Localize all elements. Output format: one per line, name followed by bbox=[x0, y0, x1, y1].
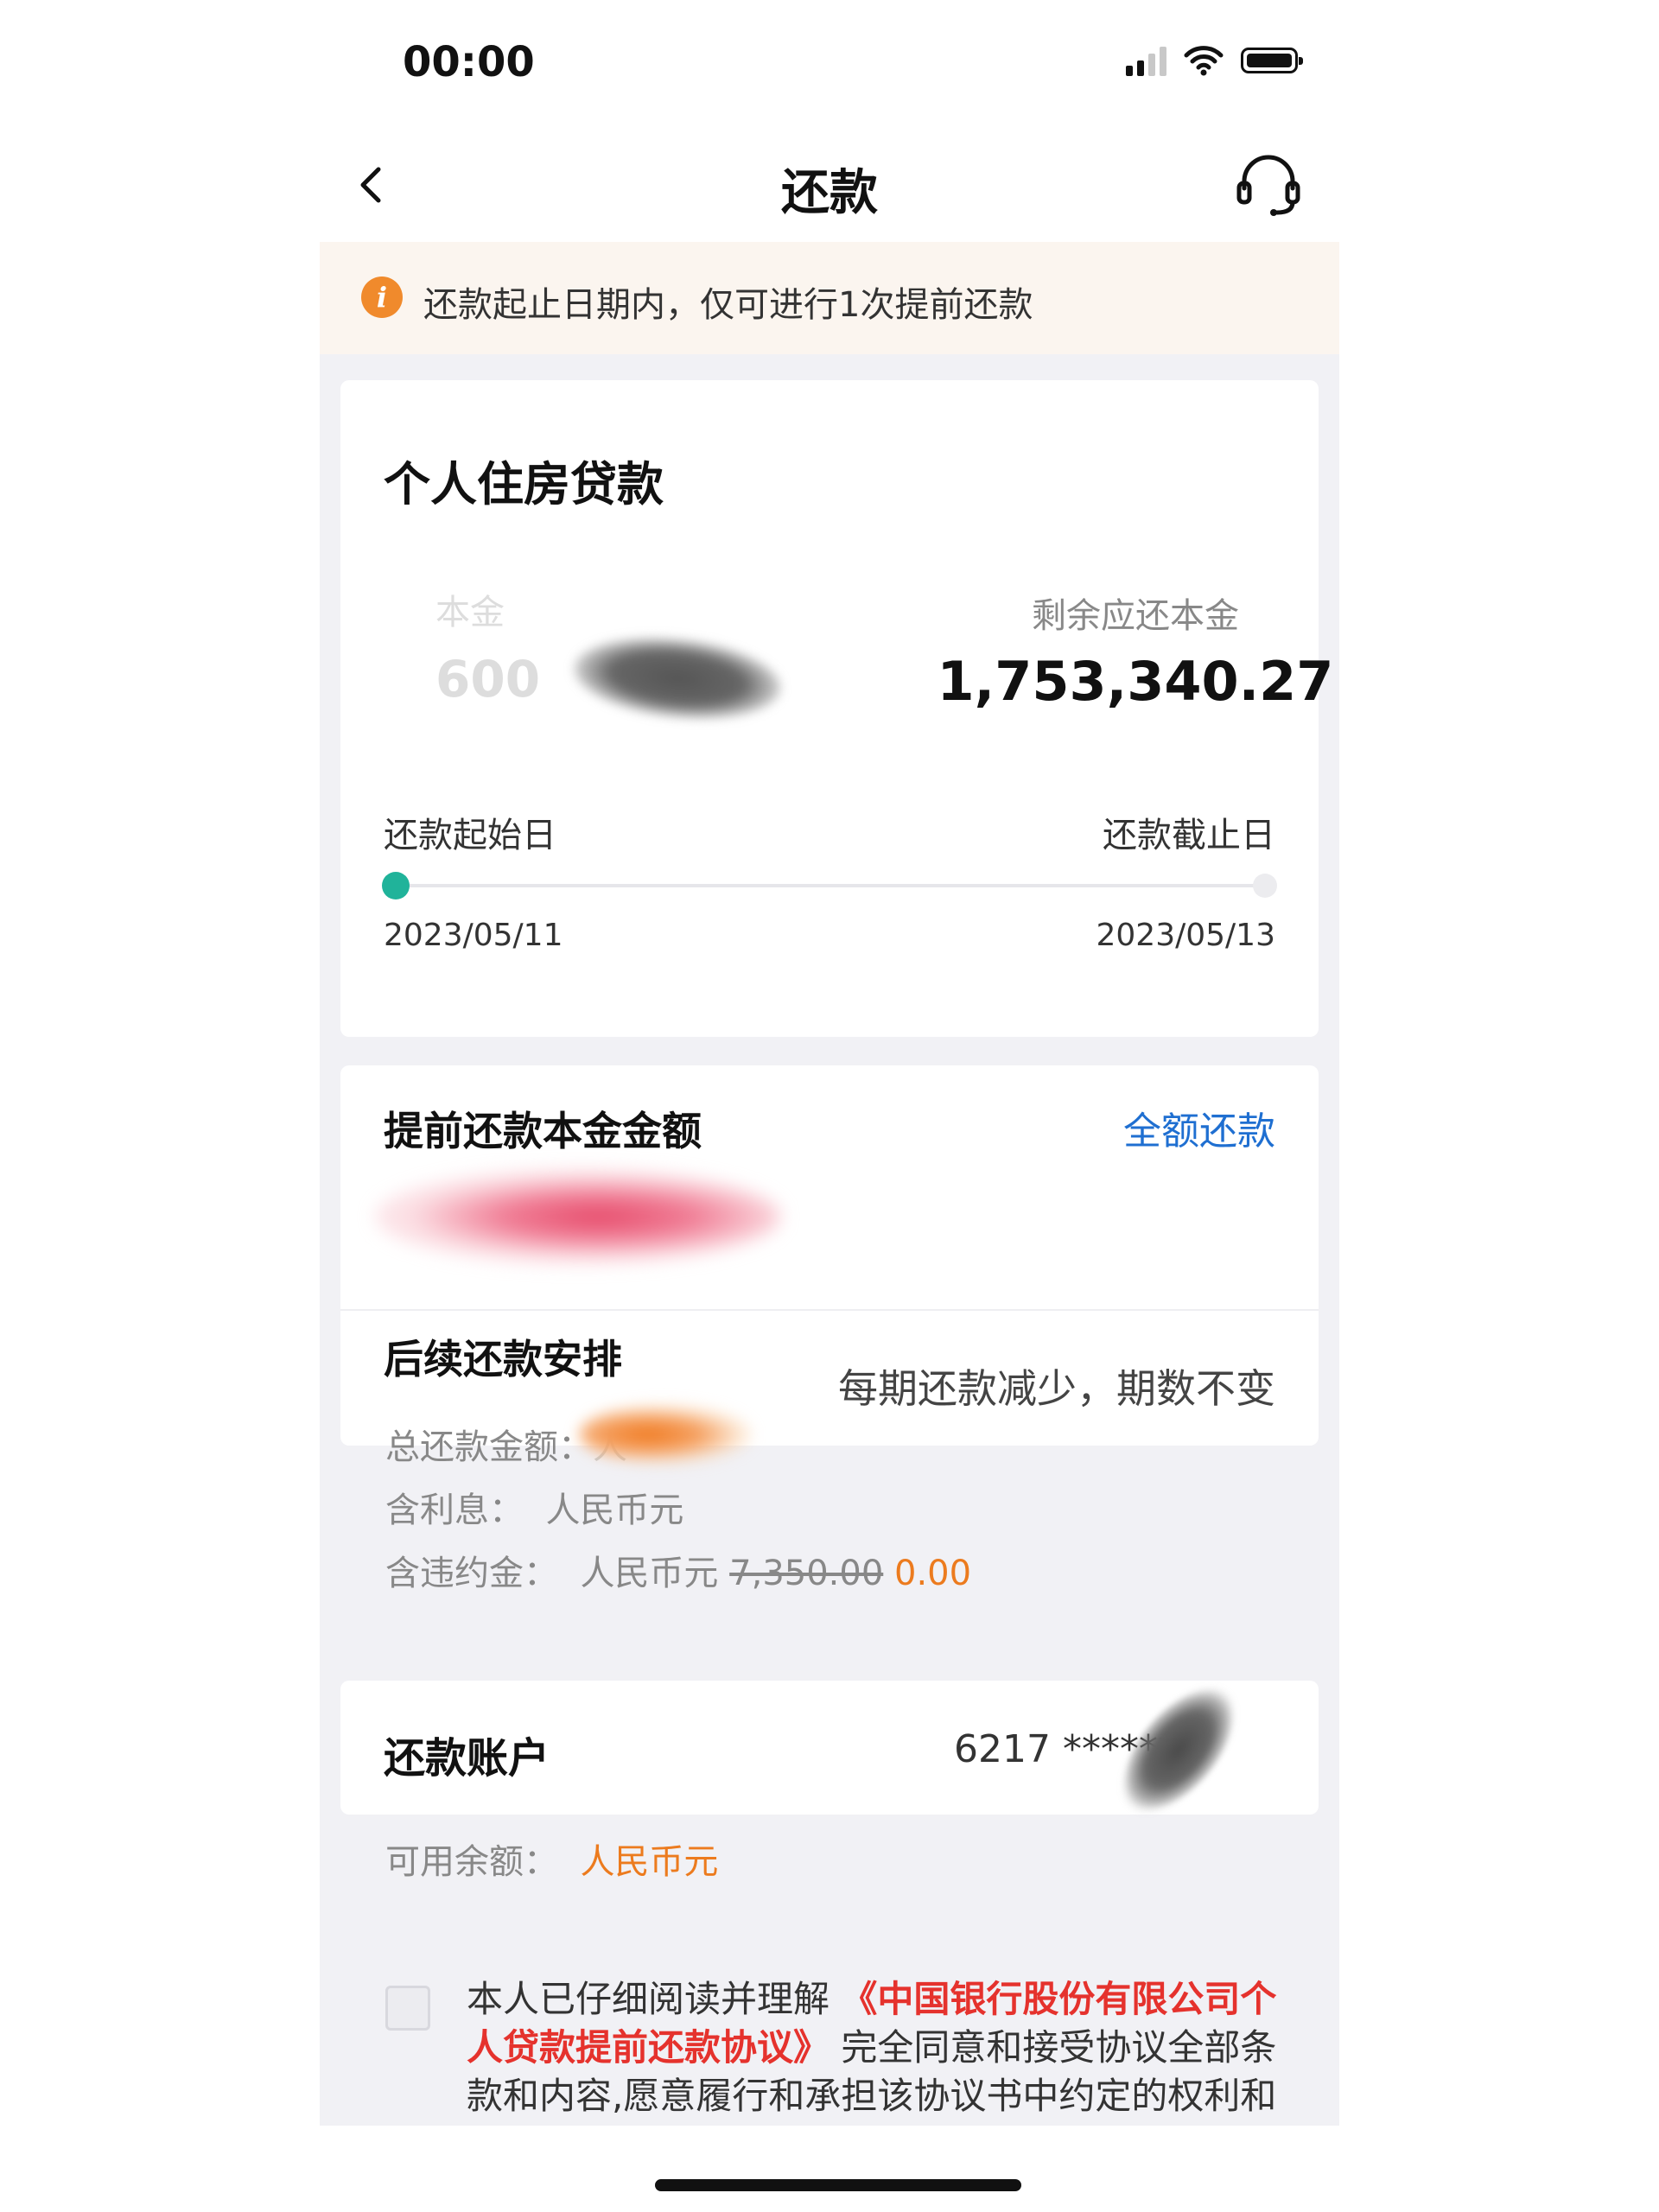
penalty-label: 含违约金： bbox=[385, 1554, 558, 1593]
redaction-mark bbox=[569, 628, 785, 728]
battery-icon bbox=[1241, 48, 1303, 73]
customer-service-icon[interactable] bbox=[1232, 149, 1305, 221]
prepay-card: 提前还款本金金额 全额还款 后续还款安排 每期还款减少，期数不变 bbox=[340, 1065, 1319, 1446]
penalty-actual: 0.00 bbox=[894, 1554, 972, 1593]
page-title: 还款 bbox=[781, 165, 878, 221]
total-repay-label: 总还款金额： bbox=[385, 1427, 593, 1467]
status-icons bbox=[1126, 45, 1303, 76]
loan-card: 个人住房贷款 本金 600 剩余应还本金 1,753,340.27 还款起始日 … bbox=[340, 380, 1333, 1037]
penalty-row: 含违约金： 人民币元 7,350.00 0.00 bbox=[385, 1545, 971, 1595]
redaction-mark bbox=[579, 1404, 752, 1465]
end-date-marker bbox=[1253, 874, 1277, 898]
divider bbox=[340, 1309, 1319, 1311]
account-card[interactable]: 还款账户 6217 ****** bbox=[340, 1672, 1319, 1827]
prepay-amount-label: 提前还款本金金额 bbox=[384, 1108, 702, 1154]
penalty-currency: 人民币元 bbox=[580, 1554, 719, 1593]
interest-label: 含利息： bbox=[385, 1491, 524, 1530]
end-date-label: 还款截止日 bbox=[1103, 816, 1275, 855]
cellular-signal-icon bbox=[1126, 45, 1166, 76]
principal-value: 600 bbox=[435, 650, 541, 709]
remaining-principal-label: 剩余应还本金 bbox=[1032, 596, 1239, 636]
wifi-icon bbox=[1184, 46, 1224, 76]
info-icon: i bbox=[361, 276, 403, 318]
date-progress-track bbox=[397, 884, 1268, 887]
loan-title: 个人住房贷款 bbox=[384, 457, 664, 512]
end-date: 2023/05/13 bbox=[1096, 918, 1276, 953]
start-date: 2023/05/11 bbox=[384, 918, 563, 953]
follow-up-label: 后续还款安排 bbox=[384, 1336, 622, 1382]
principal-label: 本金 bbox=[435, 593, 505, 632]
interest-row: 含利息： 人民币元 bbox=[385, 1482, 683, 1532]
balance-label: 可用余额： bbox=[385, 1842, 558, 1882]
start-date-marker bbox=[382, 872, 410, 899]
penalty-original: 7,350.00 bbox=[729, 1554, 884, 1593]
interest-value: 人民币元 bbox=[545, 1491, 684, 1530]
balance-row: 可用余额： 人民币元 bbox=[385, 1834, 718, 1884]
status-bar: 00:00 bbox=[320, 0, 1339, 130]
follow-up-selector[interactable]: 每期还款减少，期数不变 bbox=[838, 1357, 1275, 1414]
full-repay-link[interactable]: 全额还款 bbox=[1123, 1100, 1275, 1155]
remaining-principal-value: 1,753,340.27 bbox=[937, 650, 1334, 713]
balance-value: 人民币元 bbox=[580, 1842, 719, 1882]
main-content: 个人住房贷款 本金 600 剩余应还本金 1,753,340.27 还款起始日 … bbox=[320, 354, 1339, 2126]
home-indicator bbox=[655, 2179, 1021, 2191]
status-time: 00:00 bbox=[403, 38, 535, 86]
notice-bar: i 还款起止日期内，仅可进行1次提前还款 bbox=[320, 242, 1339, 354]
account-label: 还款账户 bbox=[384, 1734, 550, 1783]
agreement-text: 本人已仔细阅读并理解 《中国银行股份有限公司个人贷款提前还款协议》 完全同意和接… bbox=[467, 1975, 1296, 2120]
notice-text: 还款起止日期内，仅可进行1次提前还款 bbox=[423, 285, 1033, 325]
agreement-prefix: 本人已仔细阅读并理解 bbox=[467, 1978, 830, 2020]
start-date-label: 还款起始日 bbox=[384, 816, 556, 855]
agreement-checkbox[interactable] bbox=[385, 1986, 430, 2031]
nav-bar: 还款 bbox=[320, 130, 1339, 242]
prepay-amount-input[interactable] bbox=[375, 1169, 781, 1264]
